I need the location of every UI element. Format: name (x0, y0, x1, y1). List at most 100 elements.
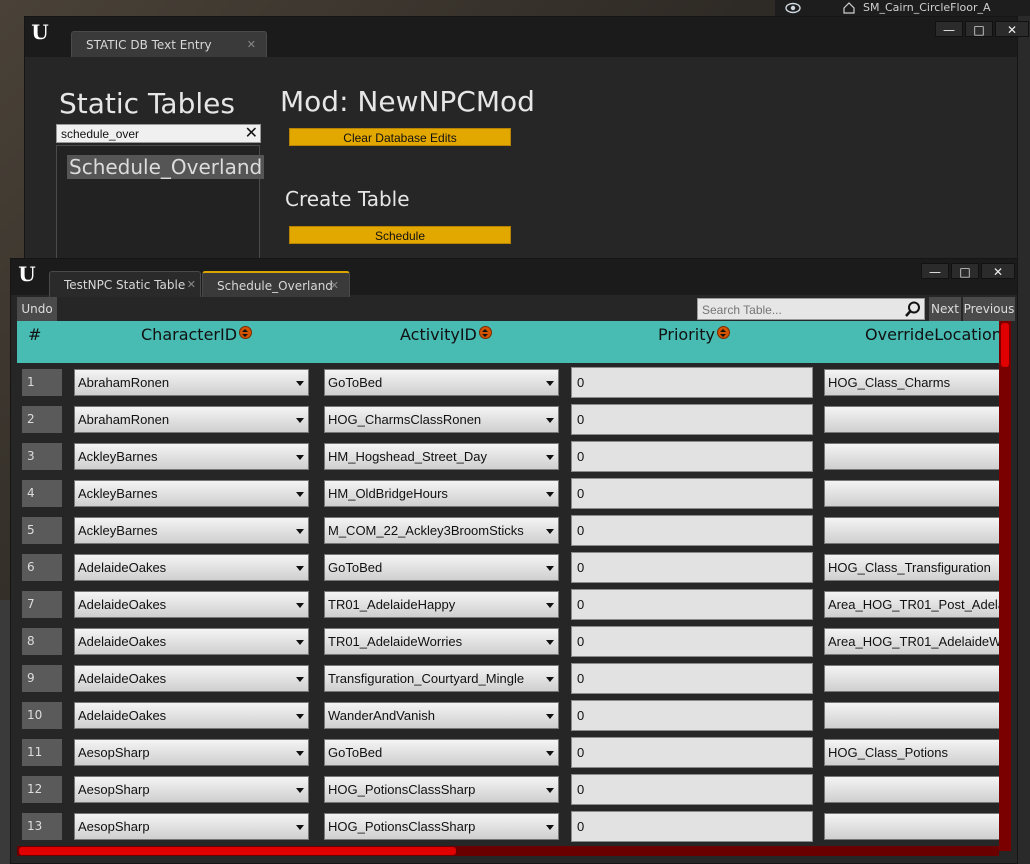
column-header-activityid[interactable]: ActivityID (400, 325, 492, 344)
priority-field[interactable]: 0 (571, 552, 813, 583)
clear-filter-icon[interactable]: ✕ (245, 123, 258, 142)
window-titlebar[interactable]: U STATIC DB Text Entry ✕ — □ ✕ (25, 17, 1029, 57)
tab-static-db-text-entry[interactable]: STATIC DB Text Entry ✕ (71, 31, 267, 57)
eye-icon[interactable] (785, 1, 801, 15)
search-input[interactable] (702, 301, 897, 319)
priority-field[interactable]: 0 (571, 774, 813, 805)
character-id-dropdown[interactable]: AdelaideOakes (74, 554, 309, 581)
priority-field[interactable]: 0 (571, 663, 813, 694)
table-filter-field[interactable]: ✕ (56, 123, 261, 143)
maximize-button[interactable]: □ (965, 21, 993, 37)
row-number[interactable]: 11 (22, 739, 62, 766)
column-header-priority[interactable]: Priority (658, 325, 730, 344)
priority-field[interactable]: 0 (571, 589, 813, 620)
character-id-dropdown[interactable]: AesopSharp (74, 739, 309, 766)
close-window-button[interactable]: ✕ (995, 21, 1029, 37)
character-id-dropdown[interactable]: AbrahamRonen (74, 369, 309, 396)
override-location-dropdown[interactable] (824, 776, 1004, 803)
column-header-characterid[interactable]: CharacterID (141, 325, 253, 344)
activity-id-dropdown[interactable]: GoToBed (324, 739, 559, 766)
search-icon[interactable] (904, 300, 922, 318)
activity-id-dropdown[interactable]: GoToBed (324, 554, 559, 581)
character-id-dropdown[interactable]: AdelaideOakes (74, 665, 309, 692)
override-location-dropdown[interactable] (824, 517, 1004, 544)
override-location-dropdown[interactable]: Area_HOG_TR01_Post_Adelai (824, 591, 1004, 618)
horizontal-scrollbar[interactable] (17, 846, 999, 856)
activity-id-dropdown[interactable]: HOG_CharmsClassRonen (324, 406, 559, 433)
scrollbar-thumb[interactable] (1001, 323, 1009, 367)
window-titlebar[interactable]: U TestNPC Static Table ✕ Schedule_Overla… (11, 259, 1017, 297)
row-number[interactable]: 5 (22, 517, 62, 544)
row-number[interactable]: 9 (22, 665, 62, 692)
row-number[interactable]: 6 (22, 554, 62, 581)
character-id-dropdown[interactable]: AesopSharp (74, 776, 309, 803)
override-location-dropdown[interactable] (824, 406, 1004, 433)
override-location-dropdown[interactable] (824, 813, 1004, 840)
override-location-dropdown[interactable]: Area_HOG_TR01_AdelaideWo (824, 628, 1004, 655)
character-id-dropdown[interactable]: AdelaideOakes (74, 628, 309, 655)
sort-icon[interactable] (716, 326, 730, 339)
activity-id-dropdown[interactable]: TR01_AdelaideWorries (324, 628, 559, 655)
activity-id-dropdown[interactable]: HM_OldBridgeHours (324, 480, 559, 507)
sort-icon[interactable] (478, 326, 492, 339)
schedule-button[interactable]: Schedule (289, 226, 511, 244)
close-tab-icon[interactable]: ✕ (330, 273, 339, 299)
column-header-overridelocationid[interactable]: OverrideLocationID (865, 325, 1007, 344)
activity-id-dropdown[interactable]: HOG_PotionsClassSharp (324, 813, 559, 840)
priority-field[interactable]: 0 (571, 811, 813, 842)
row-number[interactable]: 4 (22, 480, 62, 507)
priority-field[interactable]: 0 (571, 441, 813, 472)
row-number[interactable]: 7 (22, 591, 62, 618)
override-location-dropdown[interactable]: HOG_Class_Charms (824, 369, 1004, 396)
row-number[interactable]: 12 (22, 776, 62, 803)
row-number[interactable]: 2 (22, 406, 62, 433)
undo-button[interactable]: Undo (17, 297, 57, 321)
close-window-button[interactable]: ✕ (981, 263, 1015, 279)
priority-field[interactable]: 0 (571, 367, 813, 398)
list-item[interactable]: Schedule_Overland (67, 155, 265, 179)
character-id-dropdown[interactable]: AdelaideOakes (74, 702, 309, 729)
table-filter-input[interactable] (61, 126, 241, 142)
world-outliner-row[interactable]: SM_Cairn_CircleFloor_A (775, 0, 1030, 16)
row-number[interactable]: 8 (22, 628, 62, 655)
maximize-button[interactable]: □ (951, 263, 979, 279)
row-number[interactable]: 1 (22, 369, 62, 396)
row-number[interactable]: 3 (22, 443, 62, 470)
sort-icon[interactable] (239, 326, 253, 339)
character-id-dropdown[interactable]: AckleyBarnes (74, 443, 309, 470)
vertical-scrollbar[interactable] (999, 321, 1011, 851)
priority-field[interactable]: 0 (571, 478, 813, 509)
previous-button[interactable]: Previous (963, 297, 1015, 321)
activity-id-dropdown[interactable]: GoToBed (324, 369, 559, 396)
priority-field[interactable]: 0 (571, 737, 813, 768)
tab-schedule-overland[interactable]: Schedule_Overland ✕ (202, 271, 350, 297)
character-id-dropdown[interactable]: AckleyBarnes (74, 517, 309, 544)
override-location-dropdown[interactable] (824, 443, 1004, 470)
priority-field[interactable]: 0 (571, 404, 813, 435)
priority-field[interactable]: 0 (571, 515, 813, 546)
close-tab-icon[interactable]: ✕ (187, 272, 196, 298)
minimize-button[interactable]: — (921, 263, 949, 279)
close-tab-icon[interactable]: ✕ (247, 32, 256, 58)
character-id-dropdown[interactable]: AckleyBarnes (74, 480, 309, 507)
override-location-dropdown[interactable] (824, 702, 1004, 729)
priority-field[interactable]: 0 (571, 700, 813, 731)
activity-id-dropdown[interactable]: HOG_PotionsClassSharp (324, 776, 559, 803)
scrollbar-thumb[interactable] (19, 847, 456, 855)
activity-id-dropdown[interactable]: M_COM_22_Ackley3BroomSticks (324, 517, 559, 544)
row-number[interactable]: 10 (22, 702, 62, 729)
clear-database-edits-button[interactable]: Clear Database Edits (289, 128, 511, 146)
activity-id-dropdown[interactable]: Transfiguration_Courtyard_Mingle (324, 665, 559, 692)
activity-id-dropdown[interactable]: WanderAndVanish (324, 702, 559, 729)
priority-field[interactable]: 0 (571, 626, 813, 657)
minimize-button[interactable]: — (935, 21, 963, 37)
override-location-dropdown[interactable] (824, 665, 1004, 692)
override-location-dropdown[interactable]: HOG_Class_Potions (824, 739, 1004, 766)
tab-testnpc-static-table[interactable]: TestNPC Static Table ✕ (49, 271, 201, 297)
character-id-dropdown[interactable]: AdelaideOakes (74, 591, 309, 618)
character-id-dropdown[interactable]: AbrahamRonen (74, 406, 309, 433)
activity-id-dropdown[interactable]: TR01_AdelaideHappy (324, 591, 559, 618)
row-number[interactable]: 13 (22, 813, 62, 840)
override-location-dropdown[interactable] (824, 480, 1004, 507)
character-id-dropdown[interactable]: AesopSharp (74, 813, 309, 840)
